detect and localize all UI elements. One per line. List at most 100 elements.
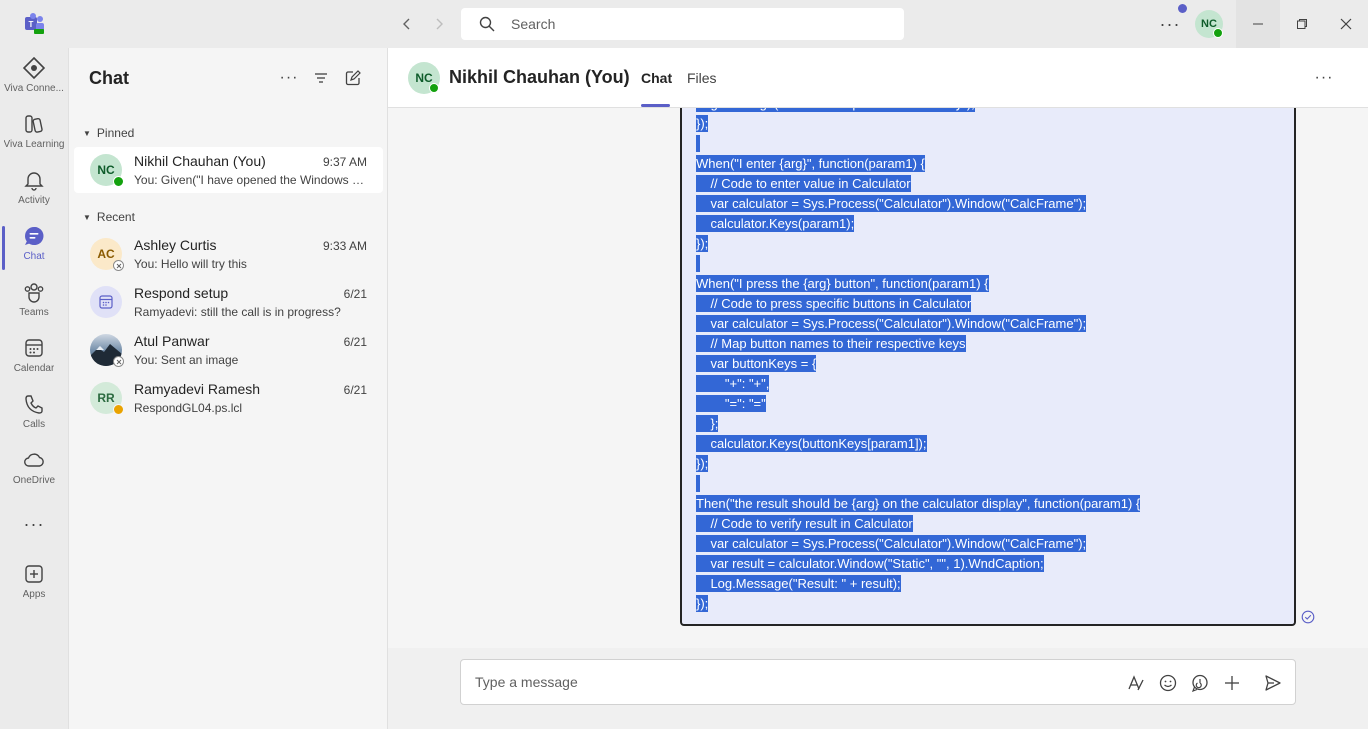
minimize-button[interactable]	[1236, 0, 1280, 48]
code-line-text: };	[696, 415, 719, 432]
chat-item-nikhil-chauhan[interactable]: NC Nikhil Chauhan (You) 9:37 AM You: Giv…	[74, 147, 383, 193]
chat-item-respond-setup[interactable]: Respond setup 6/21 Ramyadevi: still the …	[74, 279, 383, 325]
chat-icon	[22, 224, 46, 248]
chat-name: Ramyadevi Ramesh	[134, 381, 261, 397]
chat-item-ramyadevi-ramesh[interactable]: RR Ramyadevi Ramesh 6/21 RespondGL04.ps.…	[74, 375, 383, 421]
code-line-text: When("I enter {arg}", function(param1) {	[696, 155, 925, 172]
chat-main-panel: Log.Message("Calculator opened successfu…	[388, 48, 1368, 729]
code-line-text: // Code to verify result in Calculator	[696, 515, 913, 532]
loop-button[interactable]	[1188, 671, 1212, 695]
code-line: var result = calculator.Window("Static",…	[696, 554, 1280, 574]
code-line: });	[696, 234, 1280, 254]
filter-button[interactable]	[309, 66, 333, 90]
back-arrow-icon[interactable]	[395, 12, 419, 36]
code-line-text: Log.Message("Calculator opened successfu…	[696, 108, 975, 112]
rail-item-teams[interactable]: Teams	[0, 272, 68, 328]
code-line-text: });	[696, 455, 709, 472]
avatar[interactable]: NC	[408, 62, 440, 94]
close-button[interactable]	[1324, 0, 1368, 48]
message-bubble[interactable]: Log.Message("Calculator opened successfu…	[680, 108, 1296, 626]
chat-more-options-button[interactable]: ···	[277, 66, 301, 90]
code-line: });	[696, 114, 1280, 134]
tab-files[interactable]: Files	[687, 70, 717, 86]
svg-text:T: T	[29, 20, 34, 29]
code-line: var calculator = Sys.Process("Calculator…	[696, 314, 1280, 334]
recent-label: Recent	[96, 210, 135, 224]
pinned-section-header[interactable]: ▼ Pinned	[83, 126, 134, 140]
meeting-avatar	[90, 286, 122, 318]
code-line-text	[696, 475, 700, 492]
code-line: });	[696, 454, 1280, 474]
new-chat-button[interactable]	[341, 66, 365, 90]
rail-item-chat[interactable]: Chat	[0, 216, 68, 272]
rail-label: Viva Conne...	[4, 83, 64, 94]
code-line-text: var buttonKeys = {	[696, 355, 817, 372]
rail-item-activity[interactable]: Activity	[0, 160, 68, 216]
compose-icon	[345, 70, 361, 86]
profile-avatar[interactable]: NC	[1195, 10, 1223, 38]
code-line-text	[696, 135, 700, 152]
rail-item-calendar[interactable]: Calendar	[0, 328, 68, 384]
avatar-initials: AC	[97, 247, 115, 261]
plus-square-icon	[22, 562, 46, 586]
away-status-icon	[113, 404, 124, 415]
message-composer[interactable]: Type a message	[460, 659, 1296, 705]
chat-list-panel: Chat ··· ▼ Pinned NC Nikhil Chauhan (You…	[68, 48, 388, 729]
filter-icon	[315, 73, 327, 83]
app-rail: Viva Conne... Viva Learning Activity Cha…	[0, 48, 68, 729]
rail-item-onedrive[interactable]: OneDrive	[0, 440, 68, 496]
code-line-text: // Code to press specific buttons in Cal…	[696, 295, 972, 312]
tab-chat[interactable]: Chat	[641, 70, 672, 86]
chat-time: 9:37 AM	[322, 155, 367, 169]
chat-list-title: Chat	[89, 68, 129, 88]
code-line-text: Then("the result should be {arg} on the …	[696, 495, 1141, 512]
restore-button[interactable]	[1280, 0, 1324, 48]
code-line-text: Log.Message("Result: " + result);	[696, 575, 901, 592]
offline-status-icon	[113, 356, 124, 367]
code-line-text: });	[696, 595, 709, 612]
chat-item-atul-panwar[interactable]: Atul Panwar 6/21 You: Sent an image	[74, 327, 383, 373]
teams-icon	[22, 280, 46, 304]
code-line: // Code to enter value in Calculator	[696, 174, 1280, 194]
code-line: // Code to press specific buttons in Cal…	[696, 294, 1280, 314]
code-line-text: calculator.Keys(buttonKeys[param1]);	[696, 435, 927, 452]
code-line	[696, 134, 1280, 154]
chat-preview: You: Given("I have opened the Windows Ca…	[134, 173, 370, 187]
chat-name: Nikhil Chauhan (You)	[134, 153, 266, 169]
read-receipt-icon	[1301, 610, 1315, 624]
send-button[interactable]	[1261, 671, 1285, 695]
code-line-text: var result = calculator.Window("Static",…	[696, 555, 1044, 572]
chat-header: NC Nikhil Chauhan (You) Chat Files ···	[388, 48, 1368, 108]
search-placeholder: Search	[511, 16, 556, 32]
chat-preview: You: Hello will try this	[134, 257, 247, 271]
bell-icon	[22, 168, 46, 192]
rail-item-apps[interactable]: Apps	[0, 554, 68, 610]
format-button[interactable]	[1124, 671, 1148, 695]
rail-item-calls[interactable]: Calls	[0, 384, 68, 440]
header-more-options-button[interactable]: ···	[1312, 66, 1336, 90]
format-text-icon	[1128, 675, 1144, 691]
chat-title: Nikhil Chauhan (You)	[449, 67, 630, 87]
avatar-initials: NC	[415, 71, 433, 85]
code-line: var calculator = Sys.Process("Calculator…	[696, 534, 1280, 554]
code-line: var calculator = Sys.Process("Calculator…	[696, 194, 1280, 214]
rail-item-viva-connections[interactable]: Viva Conne...	[0, 48, 68, 104]
chat-preview: RespondGL04.ps.lcl	[134, 401, 243, 415]
emoji-button[interactable]	[1156, 671, 1180, 695]
caret-down-icon: ▼	[83, 128, 91, 138]
code-line-text: var calculator = Sys.Process("Calculator…	[696, 535, 1087, 552]
more-options-button[interactable]: ···	[1158, 12, 1182, 36]
code-line: Log.Message("Result: " + result);	[696, 574, 1280, 594]
recent-section-header[interactable]: ▼ Recent	[83, 210, 135, 224]
code-line: Then("the result should be {arg} on the …	[696, 494, 1280, 514]
rail-item-viva-learning[interactable]: Viva Learning	[0, 104, 68, 160]
rail-label: Viva Learning	[3, 139, 65, 150]
code-line-text: // Code to enter value in Calculator	[696, 175, 911, 192]
forward-arrow-icon[interactable]	[427, 12, 451, 36]
search-input[interactable]: Search	[461, 8, 904, 40]
more-apps-button[interactable]: ···	[0, 504, 68, 540]
chat-item-ashley-curtis[interactable]: AC Ashley Curtis 9:33 AM You: Hello will…	[74, 231, 383, 277]
attach-button[interactable]	[1220, 671, 1244, 695]
code-line-text: // Map button names to their respective …	[696, 335, 966, 352]
pinned-label: Pinned	[96, 126, 135, 140]
